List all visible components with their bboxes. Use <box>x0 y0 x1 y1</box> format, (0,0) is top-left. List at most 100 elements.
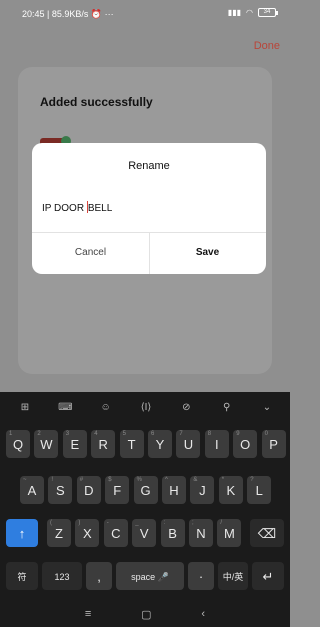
key-w-hint: 2 <box>37 431 41 437</box>
back-nav-icon[interactable]: ‹ <box>201 608 205 620</box>
key-v-hint: _ <box>135 520 139 526</box>
key-c[interactable]: -C <box>103 519 128 547</box>
space-key[interactable]: space 🎤 <box>116 562 184 590</box>
key-m-hint: / <box>220 520 223 526</box>
key-y[interactable]: 6Y <box>148 430 172 458</box>
emoji-icon[interactable]: ☺ <box>97 402 115 413</box>
save-button[interactable]: Save <box>149 232 266 274</box>
rename-input[interactable]: IP DOOR BELL <box>42 201 256 219</box>
clipboard-link-icon[interactable]: ⊘ <box>177 402 195 413</box>
symbols-key[interactable]: 符 <box>6 562 38 590</box>
key-b-hint: : <box>163 520 166 526</box>
key-t[interactable]: 5T <box>119 430 144 458</box>
key-o-hint: 9 <box>236 431 240 437</box>
key-l-hint: ? <box>250 477 254 483</box>
key-d[interactable]: # D <box>76 476 101 504</box>
key-h-hint: ^ <box>165 477 168 483</box>
key-u-label: U <box>183 437 194 452</box>
key-w-label: W <box>40 437 53 452</box>
key-h[interactable]: ^ H <box>162 476 186 504</box>
shift-key-label: ↑ <box>18 526 26 541</box>
wifi-icon: ◠ <box>246 8 253 17</box>
period-key-label: · <box>198 569 204 584</box>
menu-nav-icon[interactable]: ≡ <box>85 608 91 620</box>
rename-value-end: BELL <box>87 203 113 214</box>
backspace-key[interactable]: ⌫ <box>250 519 284 547</box>
home-nav-icon[interactable]: ▢ <box>141 608 151 621</box>
key-i-label: I <box>214 437 219 452</box>
key-h-label: H <box>169 483 179 498</box>
key-b-label: B <box>168 526 177 541</box>
key-q-hint: 1 <box>9 431 13 437</box>
key-d-label: D <box>84 483 94 498</box>
key-v-label: V <box>139 526 149 541</box>
key-m[interactable]: / M <box>217 519 242 547</box>
key-c-hint: - <box>106 520 109 526</box>
key-l[interactable]: ? L <box>247 476 272 504</box>
key-f-label: F <box>113 483 122 498</box>
key-e[interactable]: 3E <box>62 430 87 458</box>
key-k[interactable]: * K <box>218 476 243 504</box>
search-icon[interactable]: ⚲ <box>218 402 236 413</box>
apps-grid-icon[interactable]: ⊞ <box>16 402 34 413</box>
symbols-key-label: 符 <box>17 572 27 582</box>
enter-key[interactable]: ↵ <box>252 562 284 590</box>
key-a[interactable]: ~ A <box>20 476 44 504</box>
key-r[interactable]: 4R <box>91 430 116 458</box>
space-key-label: space 🎤 <box>131 572 169 582</box>
backspace-key-label: ⌫ <box>257 526 277 541</box>
rename-value-start: IP DOOR <box>42 203 87 214</box>
key-u[interactable]: 7U <box>176 430 201 458</box>
dialog-title: Rename <box>128 160 170 172</box>
key-t-label: T <box>127 437 136 452</box>
key-r-label: R <box>98 437 108 452</box>
key-n[interactable]: ; N <box>189 519 213 547</box>
cancel-button[interactable]: Cancel <box>32 232 149 274</box>
signal-icon: ▮▮▮ <box>227 8 242 17</box>
key-e-hint: 3 <box>65 431 70 437</box>
key-j[interactable]: & J <box>190 476 215 504</box>
key-o-label: O <box>240 437 251 452</box>
cursor-move-icon[interactable]: ⟨I⟩ <box>137 402 155 413</box>
key-v[interactable]: _ V <box>132 519 157 547</box>
key-q[interactable]: 1Q <box>6 430 30 458</box>
key-n-hint: ; <box>192 520 194 526</box>
shift-key[interactable]: ↑ <box>6 519 38 547</box>
keyboard-toolbar: ⊞ ⌨ ☺ ⟨I⟩ ⊘ ⚲ ⌄ <box>0 392 290 422</box>
key-o[interactable]: 9O <box>233 430 258 458</box>
period-key[interactable]: · <box>188 562 214 590</box>
key-s[interactable]: ! S <box>48 476 73 504</box>
hide-keyboard-icon[interactable]: ⌄ <box>258 402 276 413</box>
key-g-hint: % <box>136 477 142 483</box>
key-s-hint: ! <box>51 477 54 483</box>
key-k-hint: * <box>221 477 225 483</box>
keyboard-layout-icon[interactable]: ⌨ <box>56 402 74 413</box>
key-x[interactable]: ) X <box>75 519 100 547</box>
key-u-hint: 7 <box>179 431 183 437</box>
key-p-hint: 0 <box>264 431 268 437</box>
key-t-hint: 5 <box>122 431 126 437</box>
key-q-label: Q <box>12 437 24 452</box>
key-k-label: K <box>226 483 236 498</box>
comma-key-label: , <box>97 569 101 584</box>
key-e-label: E <box>70 437 80 452</box>
navigation-bar: ≡ ▢ ‹ <box>0 601 290 627</box>
key-d-hint: # <box>79 477 84 483</box>
key-p[interactable]: 0P <box>261 430 286 458</box>
numbers-key[interactable]: 123 <box>42 562 82 590</box>
rename-dialog: Rename IP DOOR BELL Cancel Save <box>32 143 266 274</box>
key-b[interactable]: :B <box>160 519 185 547</box>
key-f[interactable]: $ F <box>105 476 130 504</box>
comma-key[interactable]: , <box>86 562 112 590</box>
key-y-hint: 6 <box>151 431 155 437</box>
numbers-key-label: 123 <box>54 572 70 582</box>
language-key[interactable]: 中/英 <box>218 562 248 590</box>
done-button[interactable]: Done <box>254 40 280 52</box>
status-icons: ▮▮▮ ◠ 34 <box>227 8 278 17</box>
key-w[interactable]: 2W <box>34 430 59 458</box>
key-p-label: P <box>269 437 278 452</box>
key-i[interactable]: 8I <box>204 430 229 458</box>
language-key-label: 中/英 <box>222 572 244 582</box>
key-z[interactable]: (Z <box>47 519 71 547</box>
key-g[interactable]: % G <box>133 476 158 504</box>
